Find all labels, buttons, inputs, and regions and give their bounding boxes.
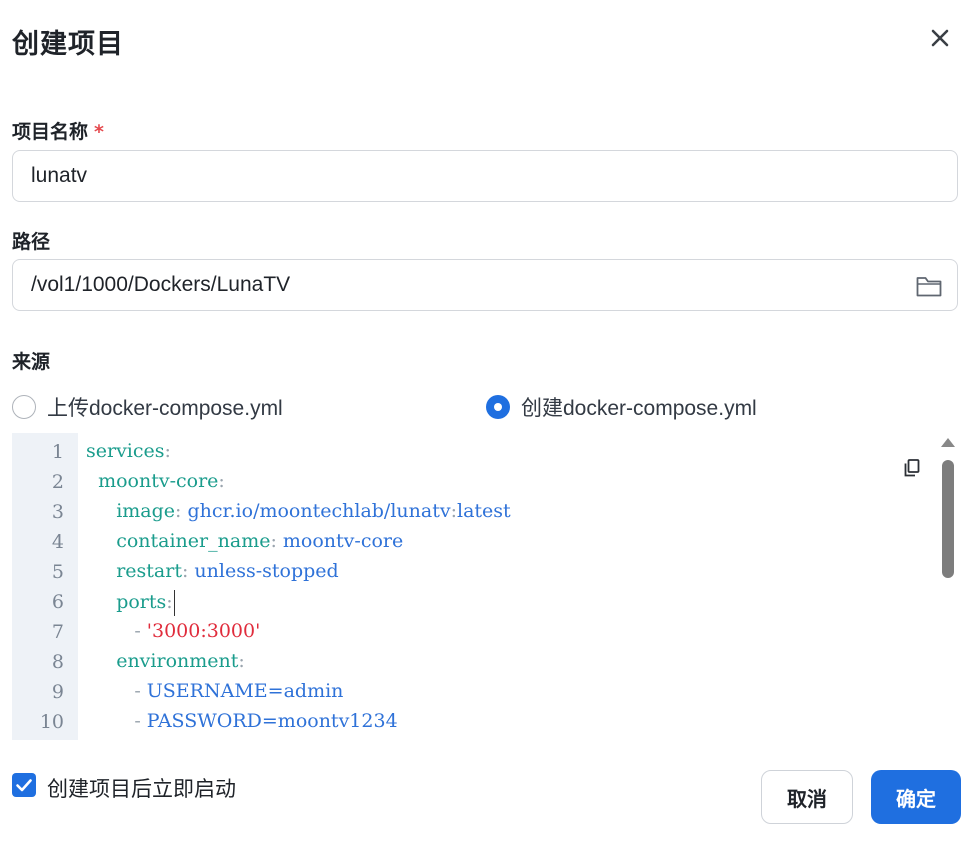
code-token: moontv-core	[98, 470, 219, 492]
text-caret	[173, 590, 175, 616]
confirm-button[interactable]: 确定	[871, 770, 961, 824]
code-token: :	[166, 591, 173, 613]
source-label: 来源	[12, 351, 51, 373]
path-input[interactable]	[13, 260, 891, 310]
radio-label: 创建docker-compose.yml	[521, 397, 757, 420]
autostart-label: 创建项目后立即启动	[47, 777, 236, 801]
line-number-gutter: 1 2 3 4 5 6 7 8 9 10	[12, 433, 78, 740]
line-number: 5	[51, 561, 64, 583]
checkmark-icon	[16, 779, 32, 792]
code-token: ghcr.io/moontechlab/lunatv	[187, 500, 451, 522]
line-number: 4	[51, 531, 64, 553]
radio-upload-compose[interactable]: 上传docker-compose.yml	[12, 392, 283, 422]
project-name-input[interactable]	[13, 151, 891, 201]
line-number: 7	[51, 621, 64, 643]
code-token: USERNAME=admin	[146, 680, 344, 702]
scroll-up-arrow-icon[interactable]	[941, 438, 955, 447]
radio-circle-icon	[12, 395, 36, 419]
autostart-checkbox[interactable]	[12, 773, 36, 797]
code-token: PASSWORD=moontv1234	[146, 710, 398, 732]
code-token: :	[181, 560, 195, 582]
line-number: 9	[51, 681, 64, 703]
path-label: 路径	[12, 231, 51, 253]
line-number: 6	[51, 591, 64, 613]
copy-icon[interactable]	[902, 458, 922, 478]
compose-editor[interactable]: 1 2 3 4 5 6 7 8 9 10 services: moontv-co…	[12, 433, 959, 740]
code-token: :	[175, 500, 188, 522]
code-line: - PASSWORD=moontv1234	[86, 710, 398, 732]
radio-label: 上传docker-compose.yml	[47, 397, 283, 420]
code-line: - USERNAME=admin	[86, 680, 343, 702]
code-token: :	[218, 470, 225, 492]
code-token: moontv-core	[282, 530, 404, 552]
code-token: -	[86, 710, 147, 732]
code-token: container_name	[116, 530, 271, 552]
line-number: 3	[51, 501, 64, 523]
code-token: ports	[116, 591, 167, 613]
line-number: 8	[51, 651, 64, 673]
line-number: 2	[51, 471, 64, 493]
code-token: -	[86, 680, 147, 702]
close-button[interactable]	[926, 24, 954, 52]
radio-create-compose[interactable]: 创建docker-compose.yml	[486, 392, 757, 422]
code-line: container_name: moontv-core	[86, 530, 403, 552]
folder-icon[interactable]	[915, 273, 943, 299]
code-token: unless-stopped	[194, 560, 339, 582]
close-icon	[931, 29, 949, 47]
name-label: 项目名称 *	[12, 117, 104, 144]
code-token: services	[86, 440, 165, 462]
line-number: 1	[51, 441, 64, 463]
dialog-title: 创建项目	[12, 29, 124, 60]
code-token: latest	[457, 500, 511, 522]
line-number: 10	[39, 711, 64, 733]
code-token: environment	[116, 650, 239, 672]
project-name-field[interactable]	[12, 150, 958, 202]
name-label-text: 项目名称	[12, 121, 89, 143]
editor-scrollbar-thumb[interactable]	[942, 460, 954, 578]
code-token: '3000:3000'	[146, 620, 261, 642]
code-line: moontv-core:	[86, 470, 225, 492]
radio-selected-icon	[486, 395, 510, 419]
code-line: - '3000:3000'	[86, 620, 260, 642]
code-line: image: ghcr.io/moontechlab/lunatv:latest	[86, 500, 511, 522]
code-token: :	[238, 650, 245, 672]
code-token: :	[164, 440, 171, 462]
code-line: services:	[86, 440, 171, 462]
path-field[interactable]	[12, 259, 958, 311]
cancel-button[interactable]: 取消	[761, 770, 853, 824]
code-token: :	[270, 530, 283, 552]
code-line: restart: unless-stopped	[86, 560, 339, 582]
code-token: restart	[116, 560, 182, 582]
required-mark: *	[94, 121, 104, 143]
code-token: -	[86, 620, 147, 642]
code-line: environment:	[86, 650, 245, 672]
code-line: ports:	[86, 590, 175, 616]
code-token: image	[116, 500, 176, 522]
